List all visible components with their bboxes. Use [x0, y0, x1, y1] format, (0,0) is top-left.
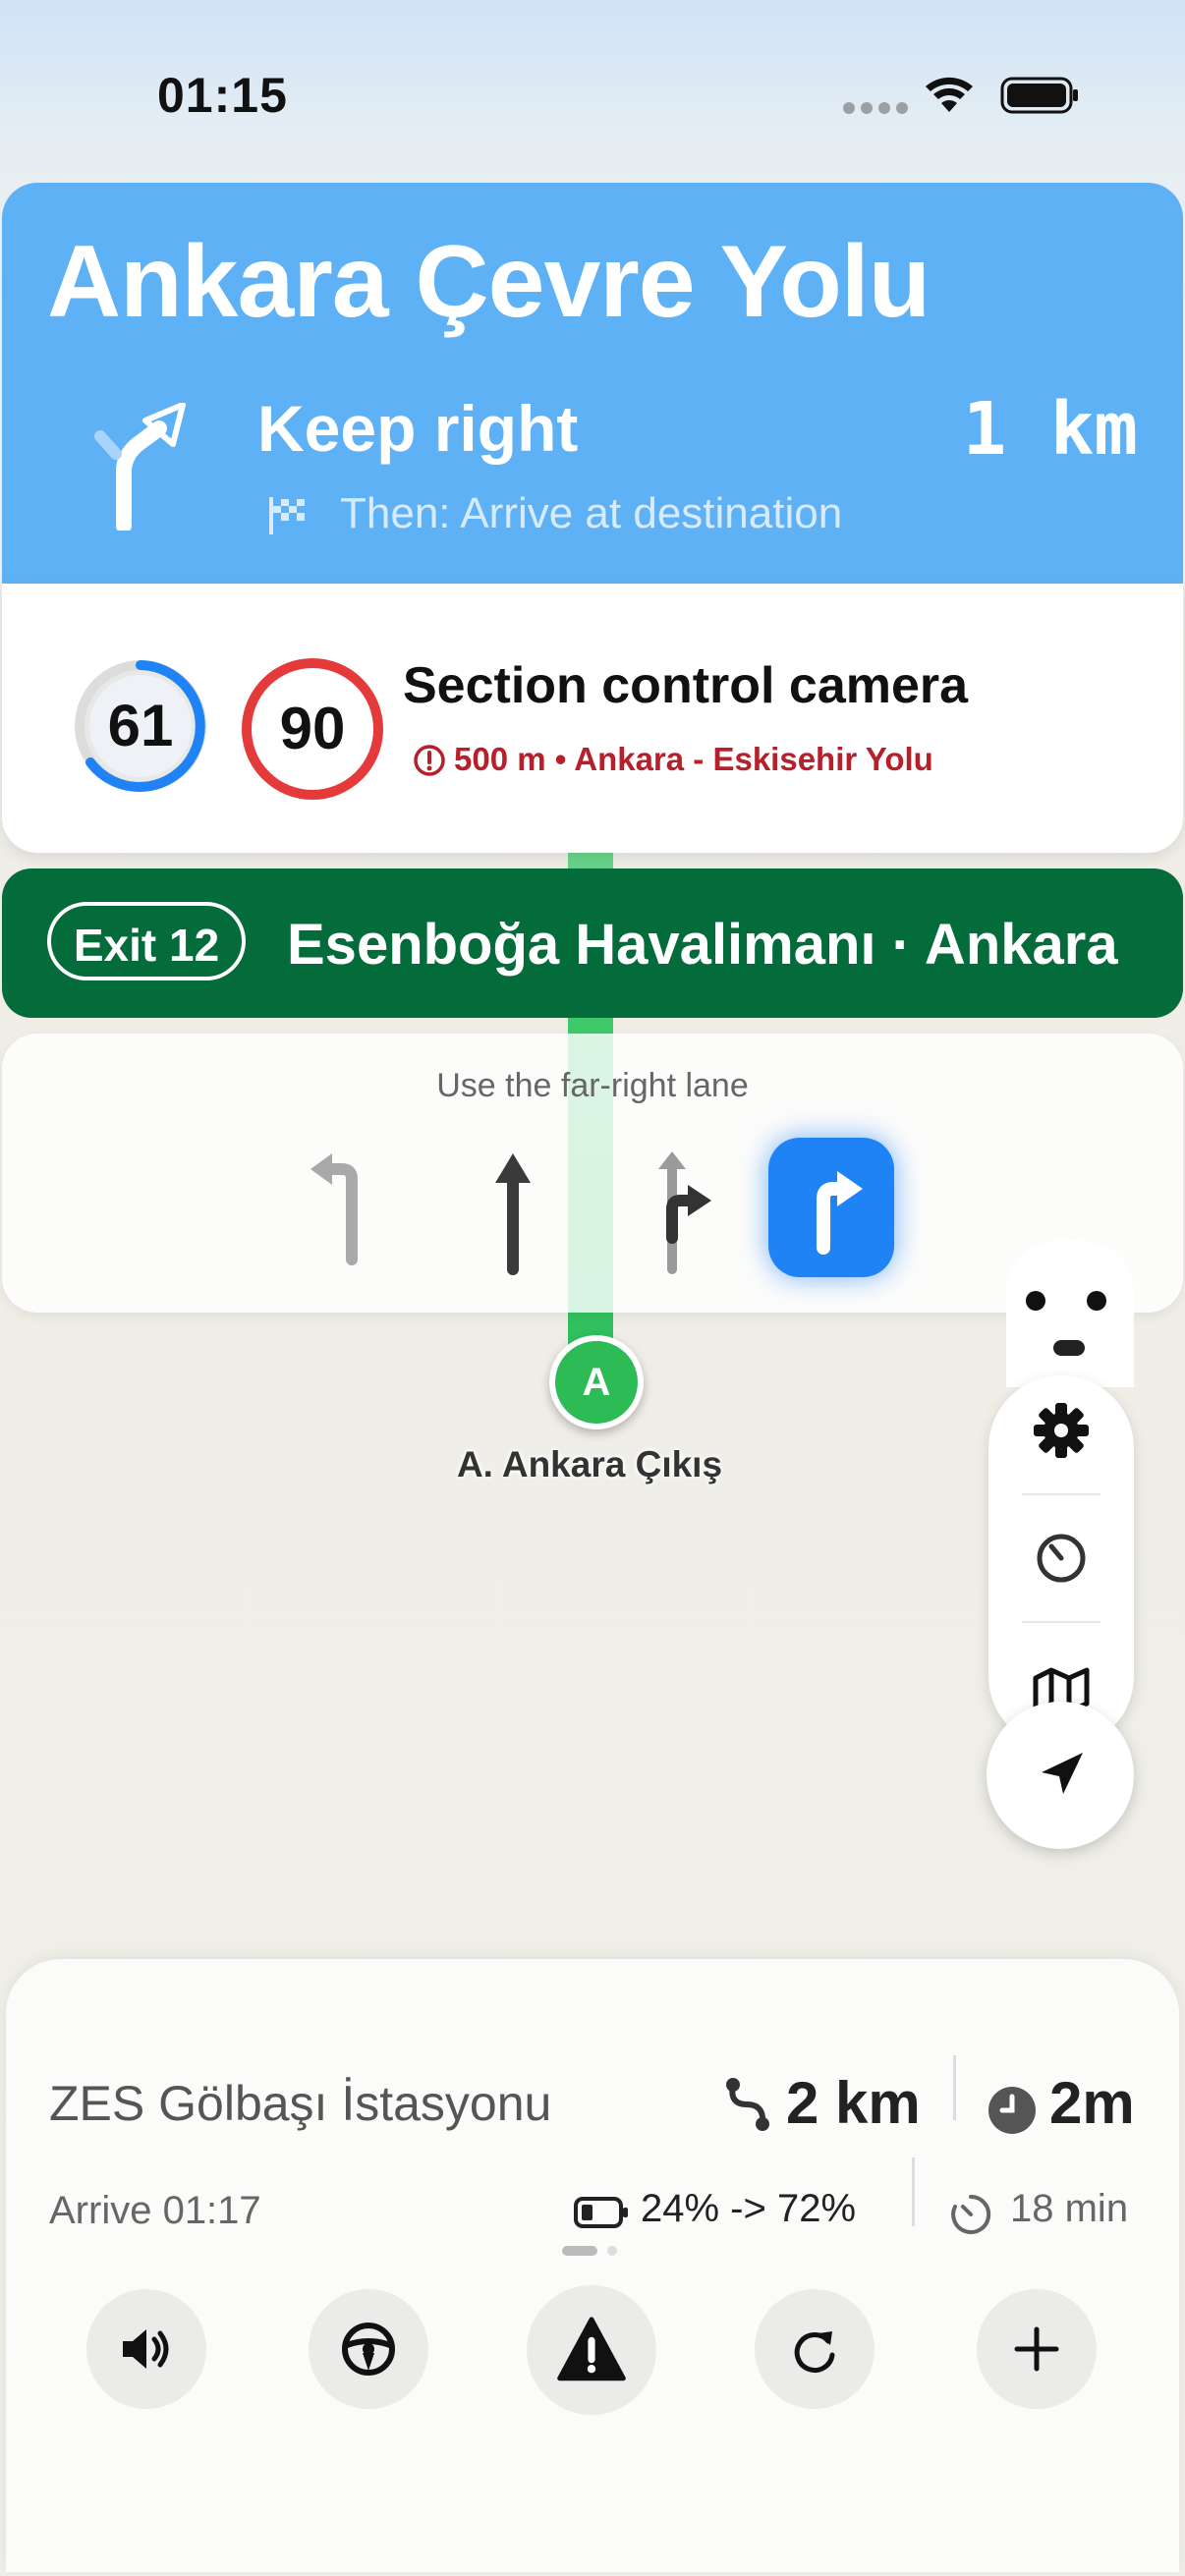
keep-right-icon: [94, 403, 186, 531]
driving-mode-button[interactable]: [309, 2289, 428, 2409]
trip-time: 2m: [1049, 2070, 1135, 2136]
straight-right-lane-icon: [658, 1151, 711, 1274]
wifi-icon: [926, 77, 973, 112]
gauge-icon[interactable]: [1012, 1509, 1110, 1607]
timer-icon: [951, 2194, 991, 2234]
gear-icon[interactable]: [1012, 1381, 1110, 1480]
status-icons: [843, 77, 1078, 114]
add-button[interactable]: [977, 2289, 1097, 2409]
lane-guidance-title: Use the far-right lane: [436, 1067, 749, 1104]
volume-button[interactable]: [86, 2289, 206, 2409]
battery-icon: [574, 2197, 628, 2228]
steering-wheel-icon: [342, 2323, 395, 2376]
charge-range: 24% -> 72%: [641, 2187, 857, 2230]
signal-dots-icon: [843, 102, 908, 114]
turn-left-lane-icon: [310, 1153, 358, 1265]
reroute-button[interactable]: [755, 2289, 875, 2409]
trip-sheet[interactable]: [6, 1959, 1179, 2572]
page-indicator[interactable]: [607, 2246, 617, 2256]
destination-pin[interactable]: A: [549, 1335, 644, 1429]
locate-button[interactable]: [987, 1702, 1134, 1849]
camera-title: Section control camera: [403, 657, 969, 714]
status-time: 01:15: [157, 68, 288, 123]
maneuver-distance: 1 km: [962, 387, 1138, 472]
page-indicator-active[interactable]: [562, 2246, 597, 2256]
plus-icon: [1014, 2326, 1059, 2372]
destination-name: ZES Gölbaşı İstasyonu: [49, 2076, 552, 2131]
exit-badge: Exit 12: [47, 902, 246, 980]
camera-alert-icon: [414, 745, 445, 776]
charge-duration: 18 min: [1010, 2187, 1129, 2230]
current-speed-value: 61: [107, 693, 174, 758]
speed-limit-sign: 90: [242, 658, 383, 800]
checkered-flag-icon: [269, 497, 305, 534]
side-divider: [1022, 1621, 1100, 1623]
exit-destination: Esenboğa Havalimanı · Ankara: [287, 913, 1118, 977]
then-instruction: Then: Arrive at destination: [340, 489, 843, 537]
stat-divider: [912, 2157, 915, 2226]
stat-divider: [953, 2055, 956, 2120]
location-arrow-icon: [1042, 1753, 1083, 1794]
map-place-label: A. Ankara Çıkış: [456, 1444, 723, 1484]
right-lane-active: [768, 1138, 894, 1277]
camera-subtitle: 500 m • Ankara - Eskisehir Yolu: [454, 741, 933, 777]
arrival-time: Arrive 01:17: [49, 2189, 261, 2232]
maneuver-text: Keep right: [257, 392, 579, 465]
route-distance-icon: [726, 2078, 769, 2131]
trip-distance: 2 km: [786, 2070, 921, 2136]
mascot-icon[interactable]: [996, 1240, 1144, 1387]
battery-status-icon: [1000, 77, 1078, 114]
report-hazard-button[interactable]: [527, 2285, 656, 2415]
clock-icon: [988, 2087, 1036, 2134]
reroute-icon: [794, 2331, 835, 2373]
street-name: Ankara Çevre Yolu: [47, 225, 931, 339]
warning-icon: [557, 2317, 626, 2381]
volume-icon: [123, 2329, 169, 2369]
straight-lane-icon: [495, 1153, 531, 1275]
side-divider: [1022, 1493, 1100, 1495]
current-speed-gauge: 61: [71, 656, 210, 796]
